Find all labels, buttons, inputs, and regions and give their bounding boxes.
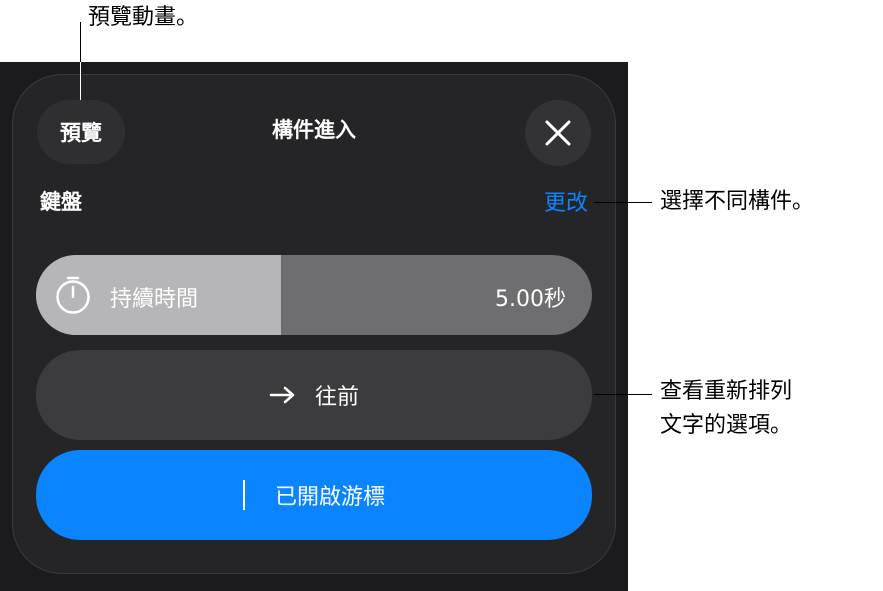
callout-preview-text: 預覽動畫。 [88,5,199,30]
arrow-right-icon [269,386,295,404]
callout-direction-line [594,394,652,395]
close-icon [545,120,571,146]
duration-label: 持續時間 [110,287,199,312]
text-cursor-icon [242,480,245,510]
callout-direction-text-line2: 文字的選項。 [660,413,793,438]
cursor-toggle-label: 已開啟游標 [274,485,385,510]
timer-icon [56,276,90,314]
popover-title: 構件進入 [272,118,356,142]
effect-name: 鍵盤 [40,190,82,214]
callout-change-line [594,202,652,203]
close-button[interactable] [525,100,591,166]
callout-direction-text-line1: 查看重新排列 [660,379,793,404]
duration-value: 5.00秒 [495,287,566,312]
cursor-toggle-button[interactable]: 已開啟游標 [36,450,592,540]
preview-button[interactable]: 預覽 [37,100,125,164]
change-effect-button[interactable]: 更改 [528,185,588,217]
direction-label: 往前 [314,385,359,410]
preview-button-label: 預覽 [60,121,102,145]
annotated-screenshot: 預覽動畫。 預覽 構件進入 鍵盤 更改 選擇不同構件。 持續時間 5.00秒 往… [0,0,883,591]
callout-change-text: 選擇不同構件。 [660,189,815,214]
direction-button[interactable]: 往前 [36,350,592,440]
